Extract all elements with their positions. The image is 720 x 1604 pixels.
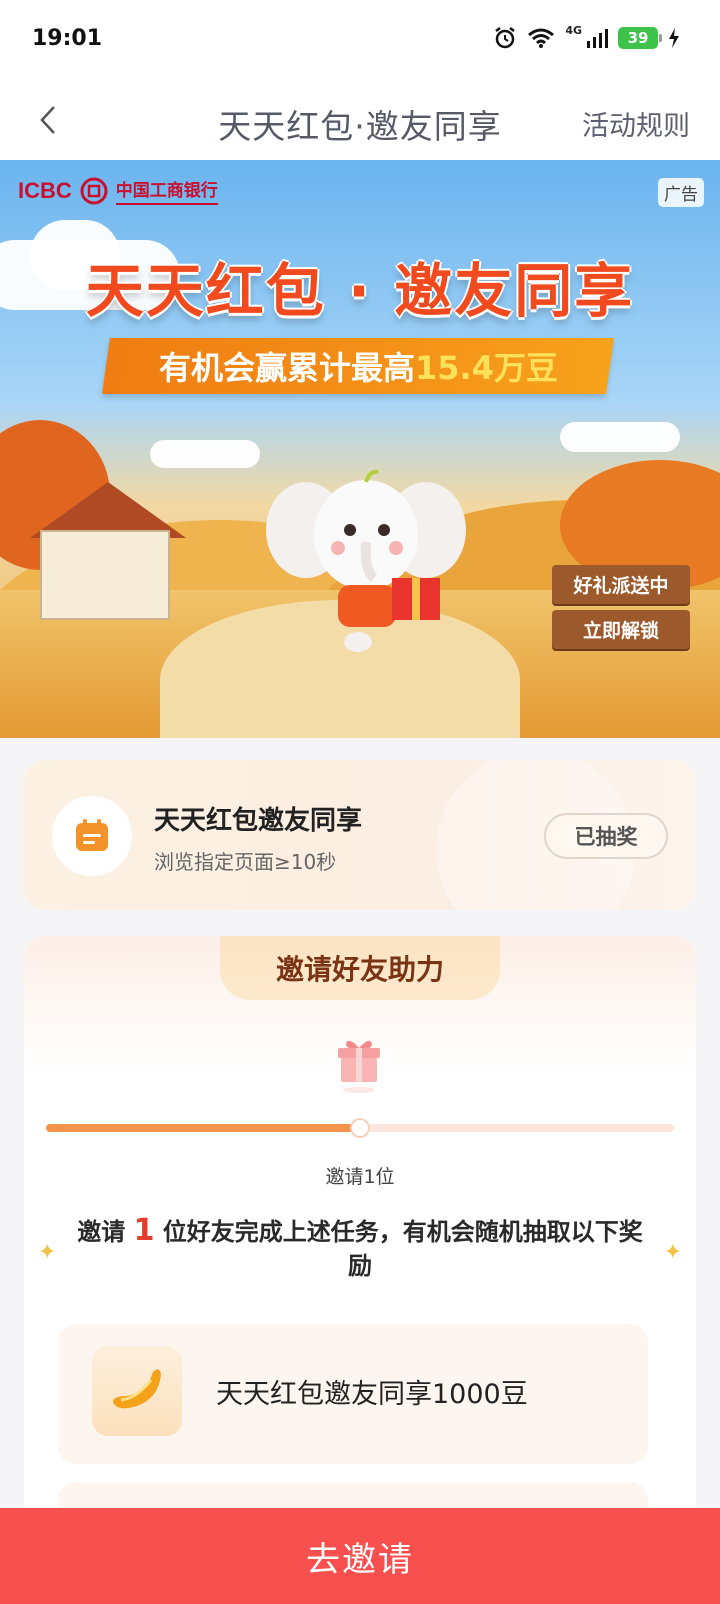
status-icons: 4G 39	[493, 23, 680, 50]
promo-banner[interactable]: ICBC 中国工商银行 广告 天天红包 · 邀友同享 有机会赢累计最高15.4万…	[0, 160, 720, 738]
charging-icon	[669, 28, 679, 48]
status-time: 19:01	[32, 26, 103, 51]
ribbon-prefix: 有机会赢累计最高	[158, 349, 415, 387]
sparkle-icon: ✦	[663, 1240, 682, 1265]
battery-indicator: 39	[618, 27, 662, 49]
gift-icon	[338, 1040, 380, 1093]
reward-image	[92, 1346, 182, 1436]
sparkle-icon: ✦	[38, 1240, 57, 1265]
bank-logo-en: ICBC	[18, 177, 72, 203]
sign-board-top: 好礼派送中	[552, 565, 690, 604]
reward-desc-count: 1	[133, 1213, 155, 1248]
reward-name: 天天红包邀友同享1000豆	[216, 1379, 528, 1410]
bank-logo: ICBC 中国工商银行	[18, 176, 218, 205]
network-type: 4G	[565, 23, 582, 37]
invite-progress-marker	[350, 1118, 370, 1138]
task-status-button[interactable]: 已抽奖	[544, 813, 668, 859]
signal-icon	[587, 29, 608, 48]
elephant-mascot-icon	[266, 469, 466, 652]
bean-icon	[113, 1369, 161, 1409]
wifi-icon	[528, 28, 555, 48]
status-bar: 19:01 4G 39	[0, 0, 720, 80]
invite-section-header: 邀请好友助力	[220, 936, 500, 1000]
task-subtitle: 浏览指定页面≥10秒	[154, 850, 337, 874]
cloud-decoration	[150, 440, 260, 468]
reward-desc-suffix: 位好友完成上述任务，有机会随机抽取以下奖励	[162, 1218, 643, 1280]
icbc-emblem-icon	[80, 177, 108, 204]
sign-board-bottom: 立即解锁	[552, 610, 690, 649]
alarm-icon	[495, 27, 516, 49]
invite-section: 邀请好友助力 邀请1位 ✦ ✦ 邀请 1 位好友完成上述任务，有机会随机抽取以下…	[24, 936, 696, 1604]
invite-progress-fill	[46, 1124, 360, 1132]
rules-link[interactable]: 活动规则	[582, 104, 690, 143]
reward-description: 邀请 1 位好友完成上述任务，有机会随机抽取以下奖励	[70, 1214, 650, 1283]
cloud-decoration	[560, 422, 680, 452]
bank-logo-cn: 中国工商银行	[115, 176, 218, 205]
signpost: 好礼派送中 立即解锁	[552, 565, 690, 695]
ribbon-highlight: 15.4万豆	[414, 349, 558, 387]
banner-headline: 天天红包 · 邀友同享	[85, 257, 635, 325]
task-card: 天天红包邀友同享 浏览指定页面≥10秒 已抽奖	[24, 760, 696, 910]
nav-bar: 天天红包·邀友同享 活动规则	[0, 80, 720, 160]
invite-progress-bar	[46, 1118, 674, 1138]
banner-ribbon: 有机会赢累计最高15.4万豆	[102, 338, 614, 394]
task-icon-container	[52, 796, 132, 876]
task-title: 天天红包邀友同享	[154, 806, 363, 836]
invite-friends-button[interactable]: 去邀请	[0, 1508, 720, 1604]
calendar-icon	[76, 819, 108, 851]
invite-section-title: 邀请好友助力	[275, 953, 444, 986]
reward-item: 天天红包邀友同享1000豆	[58, 1324, 648, 1464]
house-illustration	[40, 530, 170, 620]
ad-tag: 广告	[658, 178, 704, 207]
reward-desc-prefix: 邀请	[77, 1218, 126, 1246]
invite-progress-label: 邀请1位	[325, 1166, 395, 1188]
